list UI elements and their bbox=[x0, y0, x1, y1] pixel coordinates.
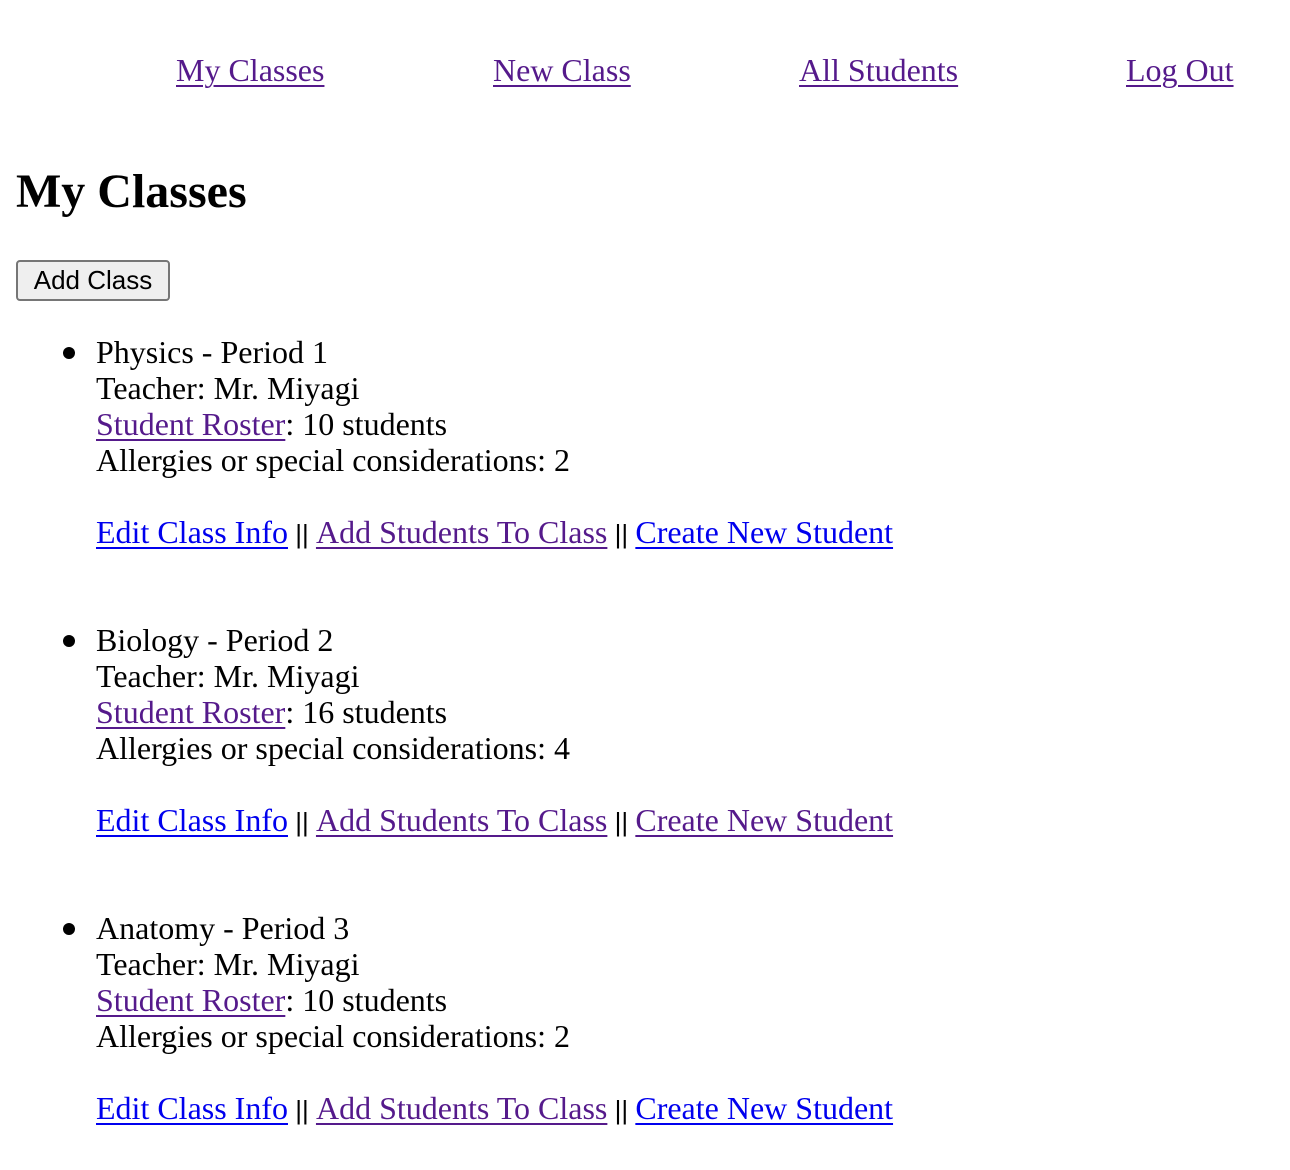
class-teacher: Teacher: Mr. Miyagi bbox=[96, 946, 360, 982]
list-bullet bbox=[63, 923, 75, 935]
class-list-item-anatomy: Anatomy - Period 3 Teacher: Mr. Miyagi S… bbox=[0, 910, 1290, 1170]
nav-link-my-classes[interactable]: My Classes bbox=[176, 48, 324, 92]
edit-class-info-link[interactable]: Edit Class Info bbox=[96, 514, 288, 550]
class-roster-line: Student Roster: 16 students bbox=[96, 694, 1290, 730]
class-allergies: Allergies or special considerations: 2 bbox=[96, 442, 570, 478]
class-teacher: Teacher: Mr. Miyagi bbox=[96, 370, 360, 406]
class-teacher: Teacher: Mr. Miyagi bbox=[96, 658, 360, 694]
class-list-item-biology: Biology - Period 2 Teacher: Mr. Miyagi S… bbox=[0, 622, 1290, 910]
class-name: Biology - Period 2 bbox=[96, 622, 334, 658]
list-bullet bbox=[63, 347, 75, 359]
nav-link-all-students[interactable]: All Students bbox=[799, 48, 958, 92]
edit-class-info-link[interactable]: Edit Class Info bbox=[96, 802, 288, 838]
roster-count: : 10 students bbox=[285, 406, 448, 442]
edit-class-info-link[interactable]: Edit Class Info bbox=[96, 1090, 288, 1126]
class-list-item-physics: Physics - Period 1 Teacher: Mr. Miyagi S… bbox=[0, 334, 1290, 622]
student-roster-link[interactable]: Student Roster bbox=[96, 406, 285, 442]
class-allergies: Allergies or special considerations: 4 bbox=[96, 730, 570, 766]
action-separator: || bbox=[287, 519, 316, 549]
nav-link-log-out[interactable]: Log Out bbox=[1126, 48, 1234, 92]
create-new-student-link[interactable]: Create New Student bbox=[635, 802, 893, 838]
action-separator: || bbox=[287, 1095, 316, 1125]
add-class-button[interactable]: Add Class bbox=[16, 260, 170, 301]
create-new-student-link[interactable]: Create New Student bbox=[635, 1090, 893, 1126]
class-roster-line: Student Roster: 10 students bbox=[96, 982, 1290, 1018]
nav-link-new-class[interactable]: New Class bbox=[493, 48, 631, 92]
create-new-student-link[interactable]: Create New Student bbox=[635, 514, 893, 550]
roster-count: : 10 students bbox=[285, 982, 448, 1018]
class-actions: Edit Class Info || Add Students To Class… bbox=[96, 514, 1290, 550]
class-actions: Edit Class Info || Add Students To Class… bbox=[96, 1090, 1290, 1126]
top-nav: My Classes New Class All Students Log Ou… bbox=[0, 48, 1290, 92]
add-students-to-class-link[interactable]: Add Students To Class bbox=[316, 1090, 607, 1126]
add-students-to-class-link[interactable]: Add Students To Class bbox=[316, 514, 607, 550]
student-roster-link[interactable]: Student Roster bbox=[96, 982, 285, 1018]
class-roster-line: Student Roster: 10 students bbox=[96, 406, 1290, 442]
add-students-to-class-link[interactable]: Add Students To Class bbox=[316, 802, 607, 838]
action-separator: || bbox=[287, 807, 316, 837]
class-name: Physics - Period 1 bbox=[96, 334, 328, 370]
roster-count: : 16 students bbox=[285, 694, 448, 730]
page-title: My Classes bbox=[16, 165, 247, 218]
action-separator: || bbox=[607, 807, 636, 837]
list-bullet bbox=[63, 635, 75, 647]
student-roster-link[interactable]: Student Roster bbox=[96, 694, 285, 730]
action-separator: || bbox=[607, 1095, 636, 1125]
class-actions: Edit Class Info || Add Students To Class… bbox=[96, 802, 1290, 838]
action-separator: || bbox=[607, 519, 636, 549]
class-allergies: Allergies or special considerations: 2 bbox=[96, 1018, 570, 1054]
class-name: Anatomy - Period 3 bbox=[96, 910, 350, 946]
class-list: Physics - Period 1 Teacher: Mr. Miyagi S… bbox=[0, 334, 1290, 1170]
